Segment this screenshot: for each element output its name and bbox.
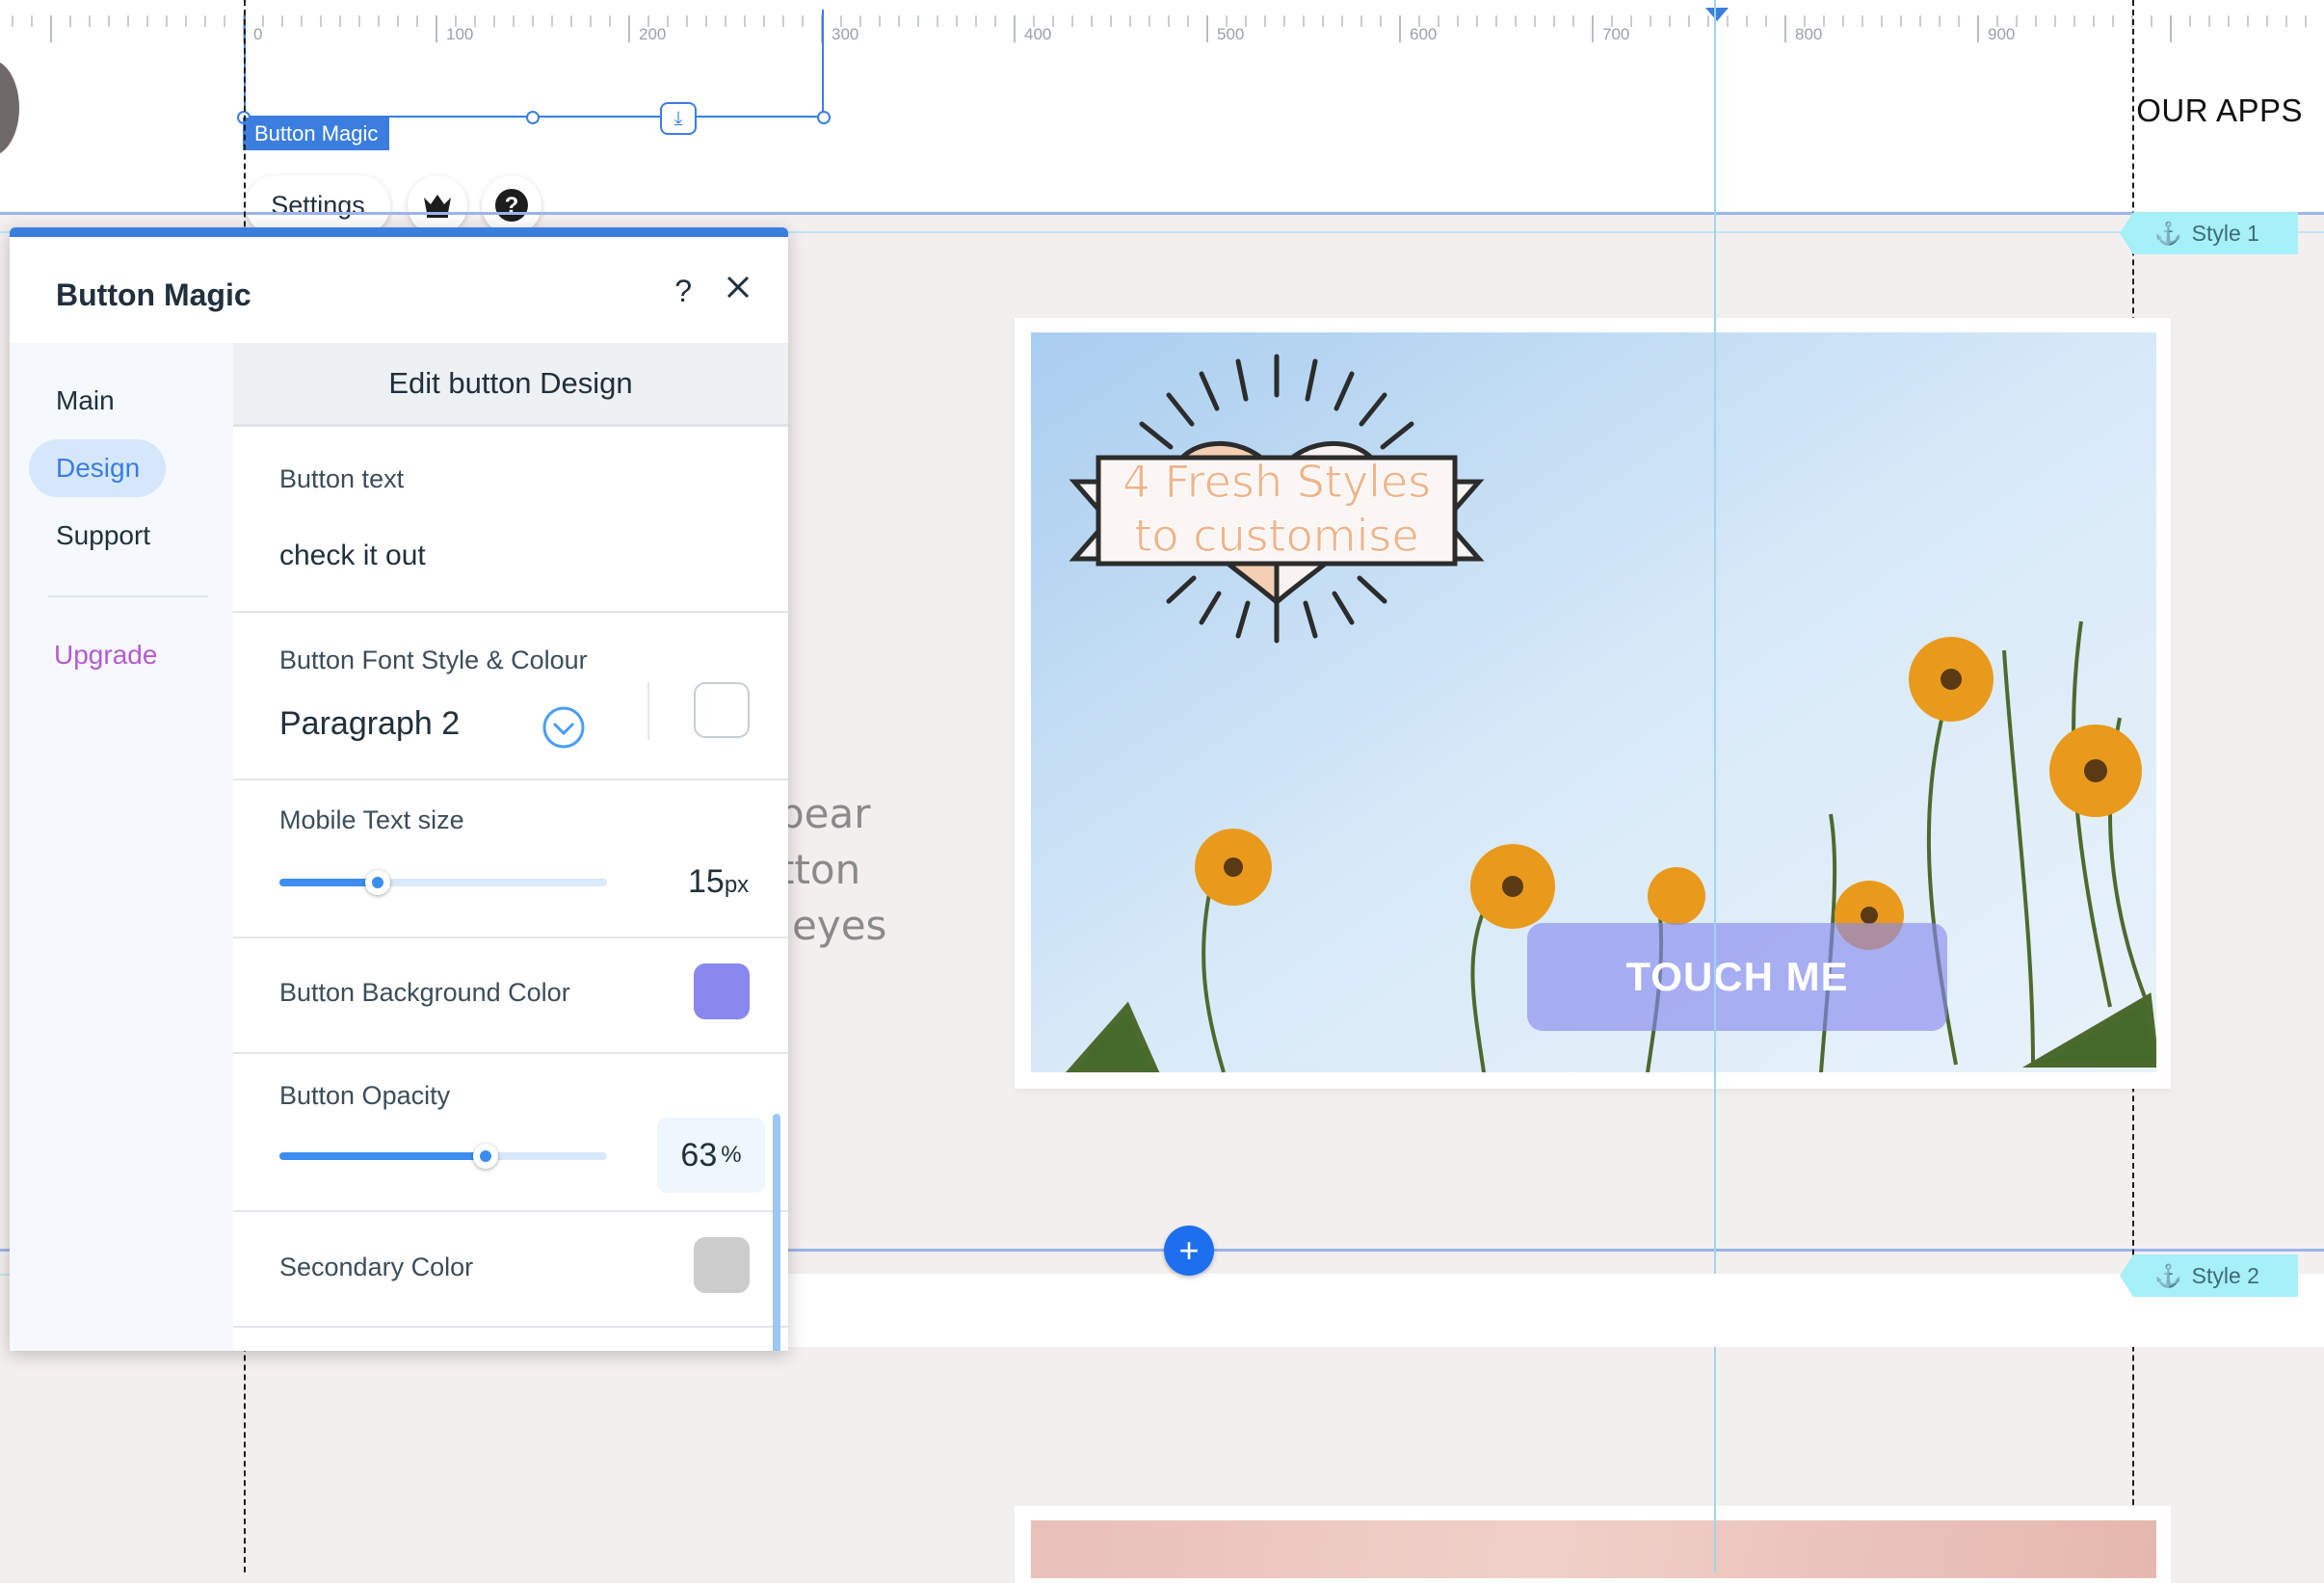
anchor-icon: ⚓	[2154, 1262, 2182, 1288]
section-tag-label: Style 1	[2191, 220, 2259, 246]
background-color-label: Button Background Color	[279, 978, 570, 1007]
chevron-down-icon[interactable]	[541, 705, 586, 750]
add-section-button[interactable]: +	[1164, 1226, 1214, 1276]
ruler-label: 400	[1024, 25, 1052, 43]
second-photo[interactable]	[1031, 1520, 2156, 1578]
slider-handle[interactable]	[473, 1144, 499, 1169]
panel-sidebar: Main Design Support Upgrade	[10, 343, 233, 1351]
ruler-guide-marker-icon[interactable]	[1705, 8, 1729, 23]
download-icon[interactable]: ⤓	[660, 102, 697, 135]
mobile-text-size-slider[interactable]	[279, 870, 607, 895]
anchor-icon: ⚓	[2154, 220, 2182, 246]
panel-header: Button Magic ?	[10, 237, 788, 345]
help-button[interactable]: ?	[482, 175, 541, 235]
section-border	[0, 212, 2324, 215]
section-tag-style-1[interactable]: ⚓ Style 1	[2120, 212, 2298, 254]
upgrade-crown-button[interactable]	[408, 175, 467, 235]
ruler-label: 900	[1988, 25, 2016, 43]
opacity-number: 63	[680, 1136, 718, 1174]
mobile-text-size-number: 15	[688, 863, 725, 900]
mobile-text-size-unit: px	[724, 872, 750, 898]
close-icon[interactable]	[717, 266, 759, 308]
ruler-label: 700	[1602, 25, 1630, 43]
font-style-label: Button Font Style & Colour	[279, 646, 588, 674]
question-circle-icon: ?	[495, 189, 528, 222]
nav-divider	[48, 595, 208, 597]
divider	[233, 1326, 788, 1328]
body-text-line: eyes	[792, 902, 887, 949]
settings-button[interactable]: Settings	[246, 175, 390, 235]
slider-fill	[279, 879, 378, 886]
opacity-slider[interactable]	[279, 1144, 607, 1169]
divider	[233, 937, 788, 938]
mobile-text-size-label: Mobile Text size	[279, 805, 464, 834]
panel-scrollbar[interactable]	[773, 1114, 780, 1351]
nav-item-support[interactable]: Support	[56, 520, 150, 551]
font-color-swatch[interactable]	[694, 682, 750, 738]
panel-title: Button Magic	[56, 277, 251, 312]
badge-line-1: 4 Fresh Styles	[1122, 456, 1431, 508]
body-text-line: pear	[779, 790, 871, 837]
nav-item-design[interactable]: Design	[56, 453, 140, 484]
button-text-label: Button text	[279, 464, 405, 493]
separator	[647, 682, 649, 740]
font-style-select[interactable]: Paragraph 2	[279, 705, 460, 743]
mobile-text-size-value[interactable]: 15px	[688, 863, 749, 901]
body-text-line: tton	[779, 846, 861, 893]
secondary-color-label: Secondary Color	[279, 1253, 474, 1281]
ruler-label: 500	[1217, 25, 1245, 43]
secondary-color-swatch[interactable]	[694, 1237, 750, 1293]
divider	[233, 611, 788, 613]
content-title: Edit button Design	[233, 343, 788, 427]
selection-tag: Button Magic	[243, 118, 390, 150]
button-magic-settings-panel: Button Magic ? Main Design Support Upgra…	[10, 227, 788, 1351]
ruler-label: 300	[832, 25, 859, 43]
opacity-unit: %	[721, 1142, 742, 1168]
button-text-input[interactable]: check it out	[279, 540, 426, 572]
background-color-swatch[interactable]	[694, 963, 750, 1019]
resize-handle[interactable]	[817, 111, 831, 124]
section-tag-label: Style 2	[2191, 1262, 2259, 1288]
divider	[233, 1210, 788, 1212]
strip-below-section	[788, 1274, 2324, 1347]
ruler-label: 800	[1795, 25, 1823, 43]
ruler-label: 600	[1410, 25, 1438, 43]
selection-box[interactable]	[244, 10, 824, 118]
slider-fill	[279, 1152, 487, 1160]
nav-item-main[interactable]: Main	[56, 385, 115, 416]
panel-help-button[interactable]: ?	[674, 274, 692, 309]
header-menu-our-apps[interactable]: OUR APPS	[2136, 92, 2303, 129]
divider	[233, 1052, 788, 1054]
panel-content: Edit button Design Button text check it …	[233, 343, 788, 1351]
badge-line-2: to customise	[1134, 510, 1418, 562]
resize-handle[interactable]	[526, 111, 540, 124]
section-tag-style-2[interactable]: ⚓ Style 2	[2120, 1254, 2298, 1297]
divider	[233, 778, 788, 780]
touch-me-button[interactable]: TOUCH ME	[1527, 923, 1947, 1031]
opacity-label: Button Opacity	[279, 1081, 451, 1110]
nav-item-upgrade[interactable]: Upgrade	[54, 640, 157, 671]
slider-handle[interactable]	[365, 870, 390, 895]
opacity-value-input[interactable]: 63%	[657, 1118, 765, 1193]
